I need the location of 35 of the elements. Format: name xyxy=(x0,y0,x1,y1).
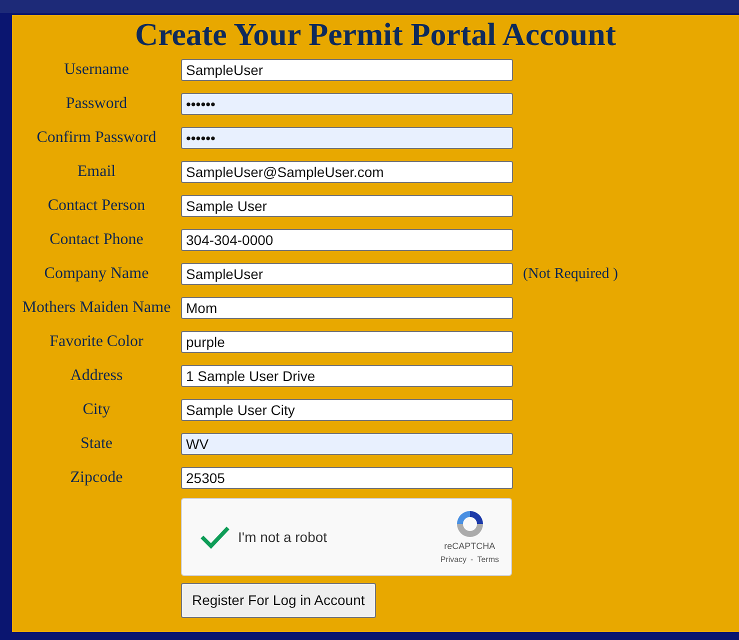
input-field[interactable]: 304-304-0000 xyxy=(181,229,513,252)
field-label: State xyxy=(80,434,114,454)
field-note: (Not Required ) xyxy=(523,264,618,284)
input-field[interactable]: •••••• xyxy=(181,127,513,150)
field-label: Password xyxy=(64,94,128,114)
input-field[interactable]: Sample User xyxy=(181,195,513,218)
input-field[interactable]: Sample User City xyxy=(181,399,513,422)
field-label: Address xyxy=(69,366,124,386)
field-label: Username xyxy=(63,60,130,80)
input-field[interactable]: purple xyxy=(181,331,513,354)
captcha-brand: reCAPTCHA xyxy=(444,540,496,554)
terms-link[interactable]: Terms xyxy=(477,554,499,566)
checkmark-icon[interactable] xyxy=(200,525,230,550)
input-field[interactable]: SampleUser@SampleUser.com xyxy=(181,161,513,184)
field-label: Zipcode xyxy=(69,468,124,488)
field-label: Contact Person xyxy=(46,196,146,216)
input-field[interactable]: SampleUser xyxy=(181,263,513,286)
field-label: Email xyxy=(76,162,117,182)
field-label: City xyxy=(82,400,112,420)
field-label: Confirm Password xyxy=(36,128,158,148)
captcha-label: I'm not a robot xyxy=(238,528,328,547)
input-field[interactable]: •••••• xyxy=(181,93,513,116)
privacy-link[interactable]: Privacy xyxy=(440,554,467,566)
input-field[interactable]: 1 Sample User Drive xyxy=(181,365,513,388)
field-label: Favorite Color xyxy=(48,332,144,352)
input-field[interactable]: WV xyxy=(181,433,513,456)
register-button[interactable]: Register For Log in Account xyxy=(181,583,376,618)
page-title: Create Your Permit Portal Account xyxy=(134,15,618,52)
input-field[interactable]: 25305 xyxy=(181,467,513,490)
field-label: Contact Phone xyxy=(48,230,144,250)
input-field[interactable]: SampleUser xyxy=(181,59,513,82)
field-label: Company Name xyxy=(43,264,150,284)
field-label: Mothers Maiden Name xyxy=(21,298,172,318)
separator-text: - xyxy=(470,554,474,566)
input-field[interactable]: Mom xyxy=(181,297,513,320)
